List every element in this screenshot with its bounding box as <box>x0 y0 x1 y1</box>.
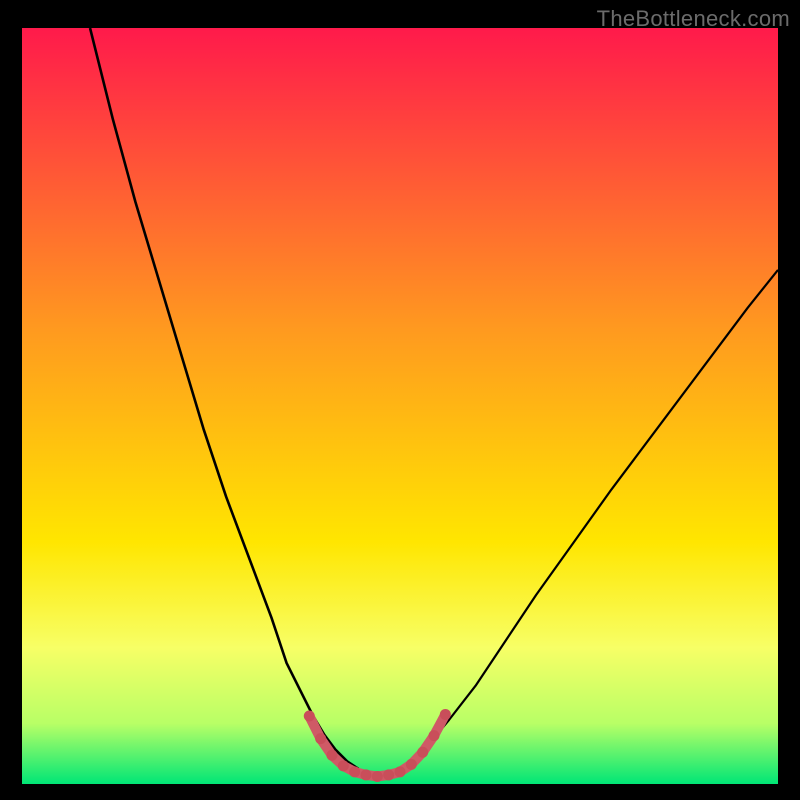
marker-dot <box>406 759 417 770</box>
marker-dot <box>315 733 326 744</box>
marker-dot <box>349 766 360 777</box>
marker-dot <box>429 730 440 741</box>
marker-dot <box>417 747 428 758</box>
marker-dot <box>338 760 349 771</box>
marker-dot <box>372 771 383 782</box>
marker-dot <box>304 710 315 721</box>
gradient-background <box>22 28 778 784</box>
marker-dot <box>326 750 337 761</box>
bottleneck-curve-chart <box>22 28 778 784</box>
marker-dot <box>440 709 451 720</box>
chart-frame: TheBottleneck.com <box>0 0 800 800</box>
marker-dot <box>383 769 394 780</box>
marker-dot <box>360 769 371 780</box>
marker-dot <box>395 766 406 777</box>
plot-area <box>22 28 778 784</box>
